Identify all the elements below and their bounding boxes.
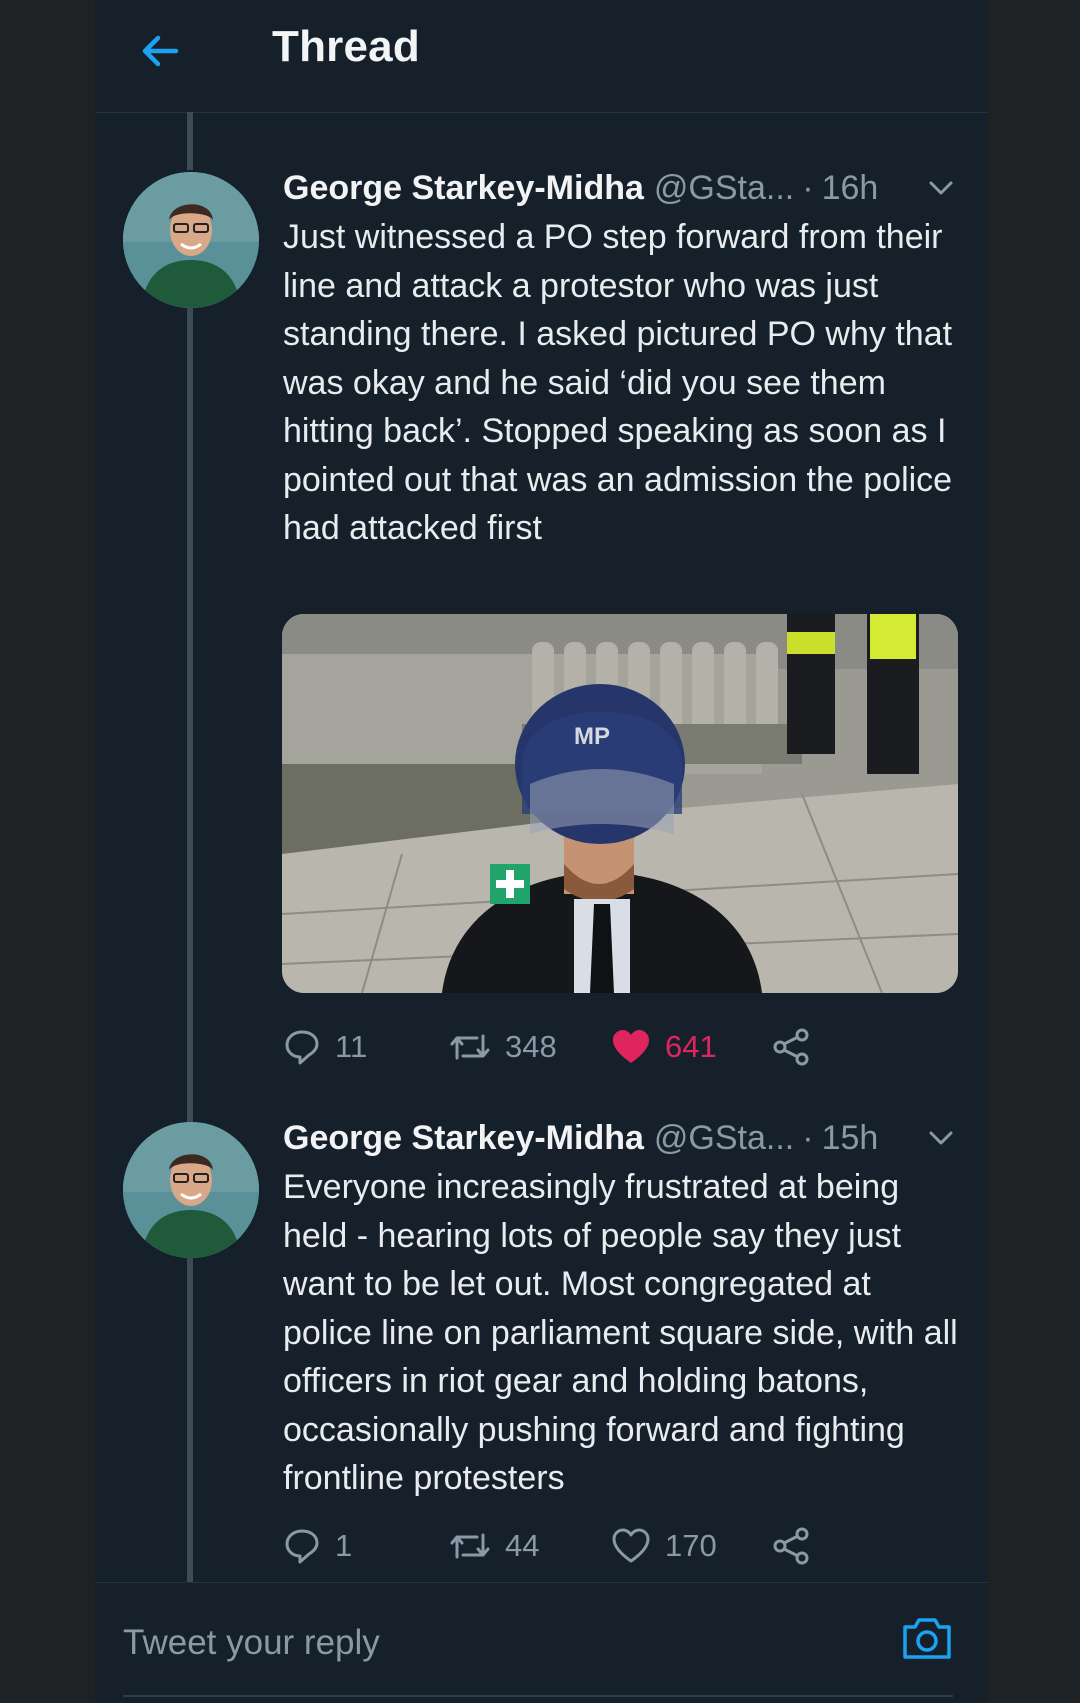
retweet-icon — [450, 1533, 490, 1559]
retweet-action[interactable]: 348 — [449, 1022, 557, 1072]
share-icon — [773, 1028, 809, 1066]
reply-icon — [285, 1030, 319, 1065]
like-count: 641 — [665, 1029, 717, 1064]
helmet-label: MP — [574, 723, 610, 750]
tweet[interactable]: George Starkey-Midha @GSta... · 15h Ever… — [95, 1100, 988, 1582]
avatar[interactable] — [123, 1122, 259, 1258]
reply-input-underline — [123, 1695, 953, 1697]
reply-icon — [285, 1529, 319, 1564]
separator-dot: · — [802, 168, 814, 207]
reply-count: 11 — [335, 1029, 368, 1064]
like-count: 170 — [665, 1528, 717, 1563]
retweet-action[interactable]: 44 — [449, 1521, 539, 1571]
tweet-timestamp[interactable]: 16h — [822, 169, 879, 208]
reply-action[interactable]: 1 — [283, 1521, 352, 1571]
share-action[interactable] — [771, 1022, 811, 1072]
author-name[interactable]: George Starkey-Midha — [283, 169, 644, 208]
author-handle[interactable]: @GSta... — [654, 169, 794, 208]
camera-button[interactable] — [897, 1607, 957, 1667]
heart-filled-icon — [613, 1030, 649, 1063]
share-icon — [773, 1527, 809, 1565]
tweet-header: George Starkey-Midha @GSta... · 16h — [283, 166, 963, 210]
tweet-header: George Starkey-Midha @GSta... · 15h — [283, 1116, 963, 1160]
separator-dot: · — [802, 1118, 814, 1157]
author-handle[interactable]: @GSta... — [654, 1119, 794, 1158]
reply-input[interactable]: Tweet your reply — [123, 1613, 803, 1673]
retweet-icon — [450, 1034, 490, 1060]
like-action[interactable]: 170 — [611, 1521, 717, 1571]
avatar[interactable] — [123, 172, 259, 308]
thread-screen: Thread George Starkey-Midha @GSta... · 1… — [95, 0, 988, 1703]
tweet-text: Everyone increasingly frustrated at bein… — [283, 1168, 958, 1497]
reply-action[interactable]: 11 — [283, 1022, 367, 1072]
tweet-timestamp[interactable]: 15h — [822, 1119, 879, 1158]
like-action[interactable]: 641 — [611, 1022, 717, 1072]
tweet-actions: 1 44 170 — [283, 1521, 963, 1571]
share-action[interactable] — [771, 1521, 811, 1571]
retweet-count: 44 — [505, 1528, 540, 1563]
chevron-down-icon[interactable] — [927, 176, 955, 200]
camera-icon — [903, 1618, 951, 1659]
tweet-actions: 11 348 641 — [283, 1022, 963, 1072]
tweet-photo[interactable]: MP — [282, 614, 958, 993]
reply-composer-bar: Tweet your reply — [95, 1582, 988, 1703]
retweet-count: 348 — [505, 1029, 557, 1064]
chevron-down-icon[interactable] — [927, 1126, 955, 1150]
author-name[interactable]: George Starkey-Midha — [283, 1119, 644, 1158]
tweet-text: Just witnessed a PO step forward from th… — [283, 218, 953, 547]
reply-count: 1 — [335, 1528, 353, 1563]
tweet[interactable]: George Starkey-Midha @GSta... · 16h Just… — [95, 0, 988, 1100]
heart-outline-icon — [612, 1528, 650, 1563]
